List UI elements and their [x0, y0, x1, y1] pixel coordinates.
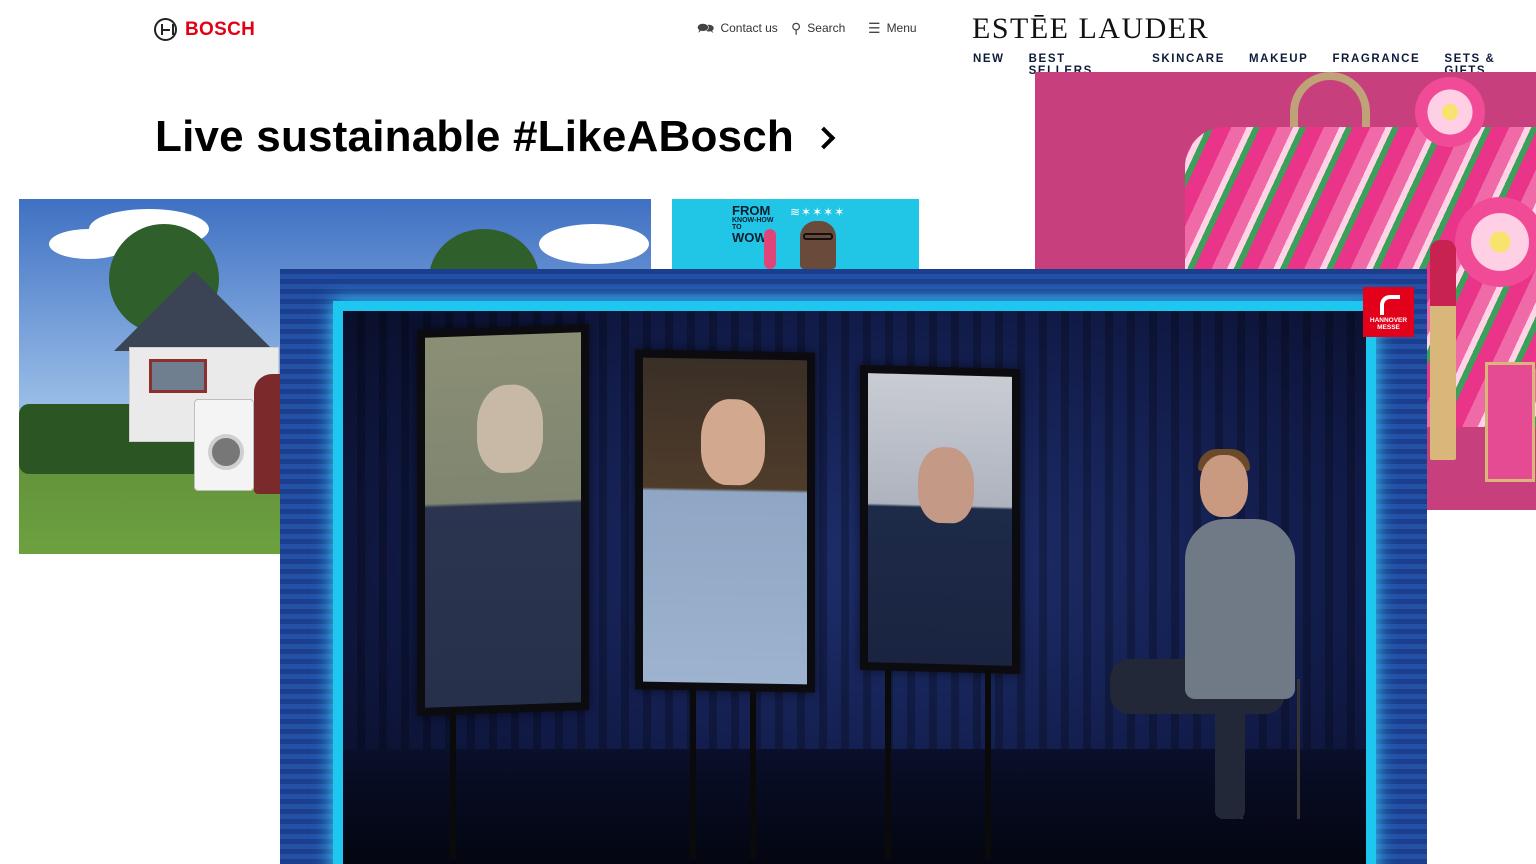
estee-lauder-logo[interactable]: ESTĒE LAUDER	[972, 12, 1209, 46]
panelist-video-1	[425, 332, 581, 708]
hannover-messe-badge: HANNOVER MESSE	[1363, 287, 1414, 337]
panelist-video-2	[643, 357, 807, 685]
podcast-title-bottom: WOW	[732, 230, 767, 245]
page-title: Live sustainable #LikeABosch	[155, 112, 794, 161]
nav-new[interactable]: NEW	[973, 53, 1005, 77]
washer-door	[208, 434, 244, 470]
chevron-right-icon	[812, 126, 836, 150]
video-player[interactable]: HANNOVER MESSE	[280, 269, 1427, 864]
bag-handle	[1290, 72, 1370, 132]
screen-stand	[750, 689, 756, 859]
podcast-thumbnail[interactable]: FROM KNOW-HOW TO WOW ≋✶✶✶✶	[672, 199, 919, 269]
bosch-logo[interactable]: BOSCH	[154, 18, 255, 41]
contact-us-label: Contact us	[720, 21, 778, 35]
cloud	[539, 224, 649, 264]
chat-icon: 🗪	[697, 20, 715, 36]
search-link[interactable]: ⚲ Search	[791, 21, 845, 35]
flower-print	[1455, 197, 1536, 287]
podcast-title-top: FROM	[732, 203, 771, 218]
house-roof	[114, 271, 274, 351]
panelist-head	[918, 446, 974, 524]
compact	[1485, 362, 1535, 482]
host	[1185, 519, 1295, 699]
podcast-host	[800, 221, 836, 269]
panelist-screen-1	[417, 323, 589, 717]
audio-wave-icon: ≋✶✶✶✶	[790, 205, 846, 219]
menu-button[interactable]: ☰ Menu	[868, 21, 917, 35]
screen-stand	[985, 669, 991, 859]
panelist-head	[701, 398, 765, 486]
menu-label: Menu	[886, 21, 917, 35]
search-icon: ⚲	[791, 20, 802, 36]
panelist-screen-3	[860, 364, 1020, 675]
panelist-head	[477, 383, 543, 474]
bosch-armature-icon	[154, 18, 177, 41]
search-label: Search	[807, 21, 846, 35]
flower-print	[1415, 77, 1485, 147]
host-shin	[1215, 689, 1245, 819]
menu-icon: ☰	[868, 20, 881, 36]
bosch-wordmark: BOSCH	[185, 18, 256, 40]
host-head	[1200, 455, 1248, 517]
microphone	[764, 229, 776, 269]
washing-machine	[194, 399, 254, 491]
panelist-video-3	[868, 373, 1012, 666]
badge-line-1: HANNOVER	[1369, 317, 1408, 324]
screen-stand	[885, 669, 891, 859]
lipstick	[1430, 240, 1456, 460]
screen-stand	[690, 689, 696, 859]
screen-stand	[450, 709, 456, 859]
badge-line-2: MESSE	[1377, 324, 1400, 331]
glasses	[803, 233, 833, 240]
panelist-screen-2	[635, 349, 815, 693]
house-window	[149, 359, 207, 393]
contact-us-link[interactable]: 🗪 Contact us	[697, 21, 778, 35]
headline-link[interactable]: Live sustainable #LikeABosch	[155, 112, 836, 162]
